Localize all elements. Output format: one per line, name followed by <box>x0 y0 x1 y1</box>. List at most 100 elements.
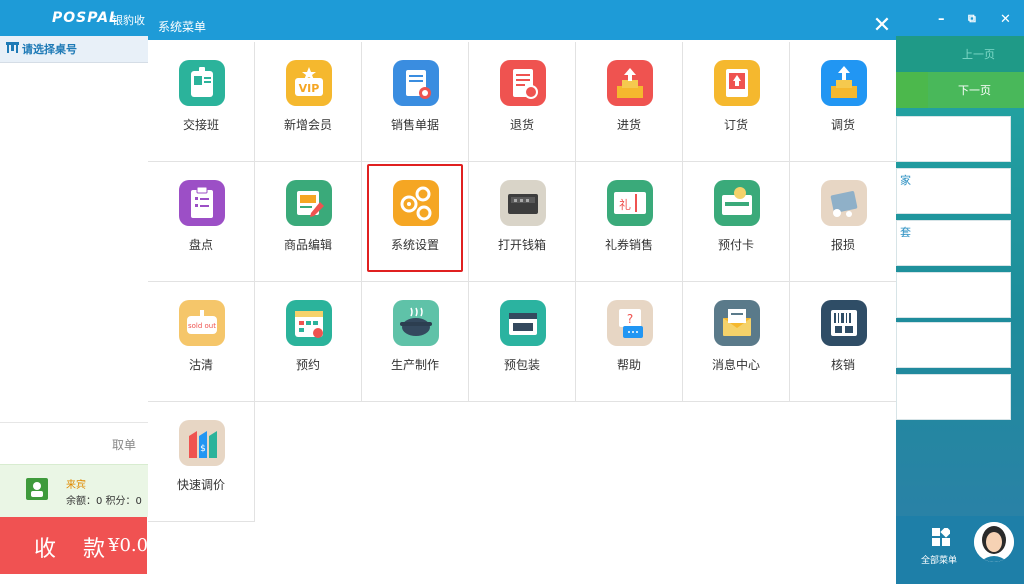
menu-item-sold-out[interactable]: sold out 沽清 <box>148 282 255 402</box>
menu-item-label: 预包装 <box>503 358 540 372</box>
menu-item-label: 打开钱箱 <box>497 238 546 252</box>
sold-out-icon: sold out <box>179 300 225 346</box>
app-logo-sub: 银豹收 <box>112 14 145 27</box>
restore-icon[interactable]: ⧉ <box>968 12 976 26</box>
product-tile[interactable] <box>896 168 1011 214</box>
divider <box>0 422 148 423</box>
menu-item-order[interactable]: 订货 <box>683 42 790 162</box>
all-menu-label[interactable]: 全部菜单 <box>921 553 957 566</box>
menu-item-cooking-pot[interactable]: 生产制作 <box>362 282 469 402</box>
id-badge-icon <box>179 60 225 106</box>
product-tile[interactable] <box>896 322 1011 368</box>
vip-icon: VIP <box>286 60 332 106</box>
menu-item-product-edit[interactable]: 商品编辑 <box>255 162 362 282</box>
message-icon <box>714 300 760 346</box>
app-logo: POSPAL <box>52 10 119 26</box>
cancel-order-button[interactable]: 取单 <box>112 436 136 453</box>
menu-item-label: 退货 <box>509 118 534 132</box>
svg-text:$: $ <box>200 444 206 454</box>
menu-grid: 交接班 VIP 新增会员 销售单据 退货 进货 订货 调货 盘点 商品编辑 系统设置 打开钱箱礼礼券销… <box>148 42 896 522</box>
product-tile-text: 家 <box>900 174 911 187</box>
avatar[interactable] <box>974 522 1014 562</box>
gift-coupon-icon: 礼 <box>607 180 653 226</box>
help-icon: ? <box>607 300 653 346</box>
menu-item-transfer[interactable]: 调货 <box>790 42 896 162</box>
close-icon[interactable]: ✕ <box>870 14 894 38</box>
member-icon <box>26 478 48 500</box>
checkout-button[interactable]: 收 款 ¥0.0 <box>0 517 147 574</box>
menu-item-label: 新增会员 <box>283 118 332 132</box>
svg-text:?: ? <box>627 312 633 326</box>
system-menu-dialog: 系统菜单 ✕ 交接班 VIP 新增会员 销售单据 退货 进货 订货 调货 盘点 商品编辑 系统设置打… <box>148 12 896 574</box>
prepaid-card-icon <box>714 180 760 226</box>
menu-item-gift-coupon[interactable]: 礼礼券销售 <box>576 162 683 282</box>
dialog-header: 系统菜单 ✕ <box>148 12 896 40</box>
prev-page-button[interactable] <box>896 36 1024 72</box>
minimize-icon[interactable]: – <box>938 12 945 27</box>
order-icon <box>714 60 760 106</box>
svg-text:sold out: sold out <box>188 322 216 330</box>
menu-item-prepaid-card[interactable]: 预付卡 <box>683 162 790 282</box>
window-close-icon[interactable]: ✕ <box>1000 12 1011 27</box>
menu-item-cash-drawer[interactable]: 打开钱箱 <box>469 162 576 282</box>
menu-item-label: 礼券销售 <box>604 238 653 252</box>
menu-item-label: 帮助 <box>616 358 641 372</box>
product-tile[interactable] <box>896 272 1011 318</box>
menu-item-label: 消息中心 <box>711 358 760 372</box>
next-page-label: 下一页 <box>958 84 991 97</box>
qr-scan-icon <box>821 300 867 346</box>
price-tag-icon: $ <box>179 420 225 466</box>
menu-item-qr-scan[interactable]: 核销 <box>790 282 896 402</box>
member-name: 来宾 <box>66 480 86 491</box>
svg-text:礼: 礼 <box>619 197 631 212</box>
menu-item-label: 销售单据 <box>390 118 439 132</box>
menu-item-label: 快速调价 <box>176 478 225 492</box>
menu-item-package[interactable]: 预包装 <box>469 282 576 402</box>
return-icon <box>500 60 546 106</box>
menu-item-return[interactable]: 退货 <box>469 42 576 162</box>
menu-item-label: 盘点 <box>188 238 213 252</box>
menu-item-clipboard[interactable]: 盘点 <box>148 162 255 282</box>
checkout-label: 收 款 <box>34 537 115 562</box>
menu-item-stock-in[interactable]: 进货 <box>576 42 683 162</box>
grid-icon[interactable] <box>932 528 950 546</box>
cash-drawer-icon <box>500 180 546 226</box>
menu-item-label: 调货 <box>830 118 855 132</box>
product-tile[interactable] <box>896 374 1011 420</box>
calendar-icon <box>286 300 332 346</box>
menu-item-label: 订货 <box>723 118 748 132</box>
stock-in-icon <box>607 60 653 106</box>
menu-item-message[interactable]: 消息中心 <box>683 282 790 402</box>
menu-item-sales-receipt[interactable]: 销售单据 <box>362 42 469 162</box>
menu-item-label: 预付卡 <box>717 238 754 252</box>
window-controls: – ⧉ ✕ <box>896 12 1024 36</box>
package-icon <box>500 300 546 346</box>
selection-highlight <box>367 164 463 272</box>
product-tile-text: 套 <box>900 226 911 239</box>
menu-item-id-badge[interactable]: 交接班 <box>148 42 255 162</box>
svg-text:VIP: VIP <box>299 82 320 95</box>
table-select-label: 请选择桌号 <box>22 43 77 56</box>
menu-item-help[interactable]: ? 帮助 <box>576 282 683 402</box>
menu-item-label: 生产制作 <box>390 358 439 372</box>
menu-item-damage-report[interactable]: 报损 <box>790 162 896 282</box>
product-tile[interactable] <box>896 116 1011 162</box>
cooking-pot-icon <box>393 300 439 346</box>
menu-item-vip[interactable]: VIP 新增会员 <box>255 42 362 162</box>
menu-item-label: 核销 <box>830 358 855 372</box>
product-tile[interactable] <box>896 220 1011 266</box>
prev-page-label: 上一页 <box>962 48 995 61</box>
menu-item-label: 预约 <box>295 358 320 372</box>
category-tab[interactable] <box>896 72 928 108</box>
dialog-title: 系统菜单 <box>158 20 207 34</box>
clipboard-icon <box>179 180 225 226</box>
member-detail: 余额：0 积分：0 <box>66 496 142 507</box>
menu-item-price-tag[interactable]: $ 快速调价 <box>148 402 255 522</box>
menu-item-label: 交接班 <box>182 118 219 132</box>
menu-item-label: 沽清 <box>188 358 213 372</box>
product-edit-icon <box>286 180 332 226</box>
menu-item-calendar[interactable]: 预约 <box>255 282 362 402</box>
table-select-button[interactable]: 请选择桌号 <box>0 36 148 63</box>
checkout-amount: ¥0.0 <box>108 535 147 556</box>
transfer-icon <box>821 60 867 106</box>
